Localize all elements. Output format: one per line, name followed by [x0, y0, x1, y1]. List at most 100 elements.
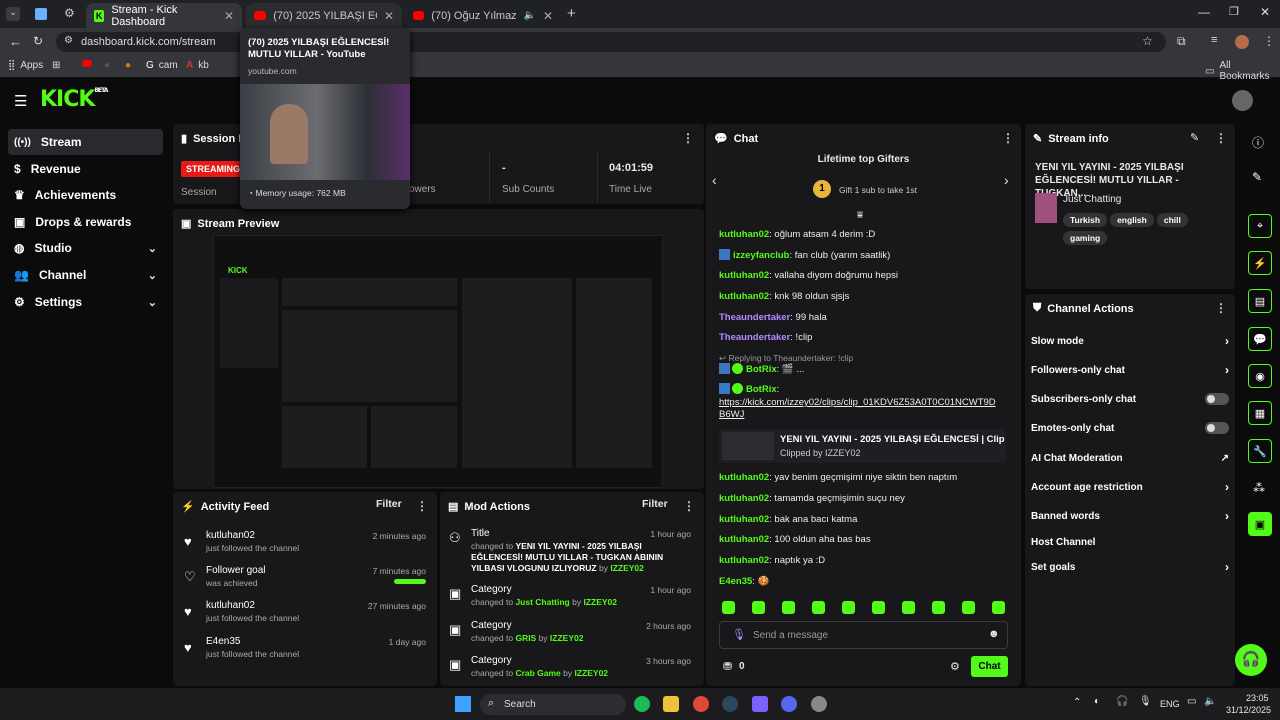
close-tab-icon[interactable]: ✕ — [224, 9, 234, 23]
chrome-icon[interactable] — [693, 696, 709, 712]
host-channel-item[interactable]: Host Channel — [1031, 533, 1229, 551]
tray-steam-icon[interactable]: ◐ — [1094, 696, 1100, 707]
edit-stream-info-icon[interactable]: ✎ — [1190, 131, 1199, 144]
back-icon[interactable]: ← — [9, 34, 22, 49]
mod-menu-icon[interactable]: ⋮ — [683, 499, 695, 513]
taskbar-search[interactable]: ⌕ Search — [480, 694, 626, 715]
microphone-icon[interactable]: 🎙 — [732, 628, 746, 641]
sidebar-item-channel[interactable]: 👥 Channel ⌄ — [8, 262, 163, 288]
emoji-icon[interactable]: ☻ — [988, 628, 1000, 640]
emote-icon[interactable] — [752, 601, 765, 614]
bookmark-circle[interactable]: ● — [104, 60, 110, 71]
tray-chevron-icon[interactable]: ⌃ — [1073, 697, 1081, 708]
spotify-icon[interactable] — [634, 696, 650, 712]
new-tab-button[interactable]: + — [567, 5, 576, 22]
emote-icon[interactable] — [872, 601, 885, 614]
discord-icon[interactable] — [781, 696, 797, 712]
info-icon[interactable]: ⓘ — [1252, 134, 1264, 151]
app-icon[interactable] — [811, 696, 827, 712]
windows-start-icon[interactable] — [455, 696, 471, 712]
emote-icon[interactable] — [902, 601, 915, 614]
rail-clipboard-button[interactable]: ▤ — [1248, 289, 1272, 313]
steam-icon[interactable] — [722, 696, 738, 712]
emote-icon[interactable] — [932, 601, 945, 614]
set-goals-item[interactable]: Set goals › — [1031, 558, 1229, 576]
kick-logo[interactable]: KICKBETA — [40, 87, 108, 112]
activity-filter-button[interactable]: Filter — [376, 498, 402, 510]
chat-input[interactable]: 🎙 Send a message ☻ — [719, 621, 1008, 649]
hamburger-menu-icon[interactable]: ☰ — [14, 92, 27, 110]
sidebar-item-stream[interactable]: ((•)) Stream — [8, 129, 163, 155]
tray-headset-icon[interactable]: 🎧 — [1116, 696, 1128, 707]
sidebar-item-drops[interactable]: ▣ Drops & rewards — [8, 209, 163, 235]
user-avatar[interactable] — [1232, 90, 1253, 111]
session-menu-icon[interactable]: ⋮ — [682, 131, 694, 145]
chat-menu-icon[interactable]: ⋮ — [1002, 131, 1014, 145]
gifters-prev-icon[interactable]: ‹ — [712, 172, 717, 188]
activity-menu-icon[interactable]: ⋮ — [416, 499, 428, 513]
close-window-button[interactable]: ✕ — [1260, 5, 1270, 19]
account-age-item[interactable]: Account age restriction › — [1031, 478, 1229, 496]
chat-settings-icon[interactable]: ⚙ — [950, 660, 960, 673]
pinned-tab-settings-icon[interactable]: ⚙ — [64, 6, 75, 20]
maximize-window-button[interactable]: ❐ — [1229, 5, 1239, 18]
bookmark-cam[interactable]: Gcam — [146, 60, 178, 71]
banned-words-item[interactable]: Banned words › — [1031, 507, 1229, 525]
language-indicator[interactable]: ENG — [1160, 699, 1180, 709]
stream-preview-video[interactable]: KICK — [213, 235, 663, 488]
edit-icon[interactable]: ✎ — [1252, 170, 1262, 184]
rail-chat-button[interactable]: 💬 — [1248, 327, 1272, 351]
browser-menu-icon[interactable]: ⋮ — [1263, 34, 1275, 48]
bookmark-grid[interactable]: ⊞ — [52, 60, 60, 71]
tab-search-button[interactable]: ⌄ — [6, 7, 20, 21]
rail-bolt-button[interactable]: ⚡ — [1248, 251, 1272, 275]
close-tab-icon[interactable]: ✕ — [384, 9, 394, 23]
followers-only-item[interactable]: Followers-only chat › — [1031, 361, 1229, 379]
tray-mic-icon[interactable]: 🎙 — [1139, 696, 1152, 707]
file-explorer-icon[interactable] — [663, 696, 679, 712]
clip-card[interactable]: YENI YIL YAYINI - 2025 YILBAŞI EĞLENCESİ… — [719, 429, 1006, 463]
channel-actions-menu-icon[interactable]: ⋮ — [1215, 301, 1227, 315]
emote-icon[interactable] — [842, 601, 855, 614]
emote-icon[interactable] — [722, 601, 735, 614]
bookmark-avatar[interactable]: ● — [125, 60, 131, 71]
clip-link[interactable]: https://kick.com/izzey02/clips/clip_01KD… — [719, 397, 999, 421]
tab-youtube-1[interactable]: (70) 2025 YILBAŞI EĞLENCESİ! M ✕ — [246, 3, 402, 28]
bookmark-star-icon[interactable]: ☆ — [1142, 34, 1153, 48]
close-tab-icon[interactable]: ✕ — [543, 9, 553, 23]
rail-wrench-button[interactable]: 🔧 — [1248, 439, 1272, 463]
gamepad-icon[interactable] — [752, 696, 768, 712]
reload-icon[interactable]: ↻ — [33, 34, 43, 48]
emote-icon[interactable] — [812, 601, 825, 614]
rail-target-button[interactable]: ⌖ — [1248, 214, 1272, 238]
emote-icon[interactable] — [992, 601, 1005, 614]
emotes-only-toggle[interactable] — [1205, 422, 1229, 434]
emote-icon[interactable] — [962, 601, 975, 614]
rail-active-button[interactable]: ▣ — [1248, 512, 1272, 536]
volume-icon[interactable]: 🔈 — [1204, 696, 1216, 707]
bookmark-youtube[interactable] — [82, 60, 92, 67]
profile-avatar[interactable] — [1235, 35, 1249, 49]
tab-kick-dashboard[interactable]: K Stream - Kick Dashboard ✕ — [86, 3, 242, 28]
support-headset-button[interactable]: 🎧 — [1235, 644, 1267, 676]
gifters-next-icon[interactable]: › — [1004, 172, 1009, 188]
clock-time[interactable]: 23:05 — [1246, 693, 1269, 703]
sidebar-item-achievements[interactable]: ♛ Achievements — [8, 182, 163, 208]
chat-filter-icon[interactable]: ⩸ — [857, 210, 863, 221]
slow-mode-item[interactable]: Slow mode › — [1031, 332, 1229, 350]
sidebar-item-settings[interactable]: ⚙ Settings ⌄ — [8, 289, 163, 315]
subscribers-only-toggle[interactable] — [1205, 393, 1229, 405]
site-info-icon[interactable]: ⚙ — [64, 35, 73, 46]
media-icon[interactable]: ≡ — [1211, 34, 1217, 46]
emote-icon[interactable] — [782, 601, 795, 614]
tab-youtube-2[interactable]: (70) Oğuz Yılmaz | Usta - Ba 🔈 ✕ — [405, 3, 561, 28]
sidebar-item-studio[interactable]: ◍ Studio ⌄ — [8, 235, 163, 261]
clock-date[interactable]: 31/12/2025 — [1226, 705, 1271, 715]
chat-send-button[interactable]: Chat — [971, 656, 1008, 677]
rail-dots-icon[interactable]: ⁂ — [1253, 481, 1265, 495]
stream-info-menu-icon[interactable]: ⋮ — [1215, 131, 1227, 145]
minimize-window-button[interactable]: — — [1198, 5, 1210, 19]
network-icon[interactable]: ▭ — [1187, 696, 1196, 707]
mod-filter-button[interactable]: Filter — [642, 498, 668, 510]
sidebar-item-revenue[interactable]: $ Revenue — [8, 156, 163, 182]
